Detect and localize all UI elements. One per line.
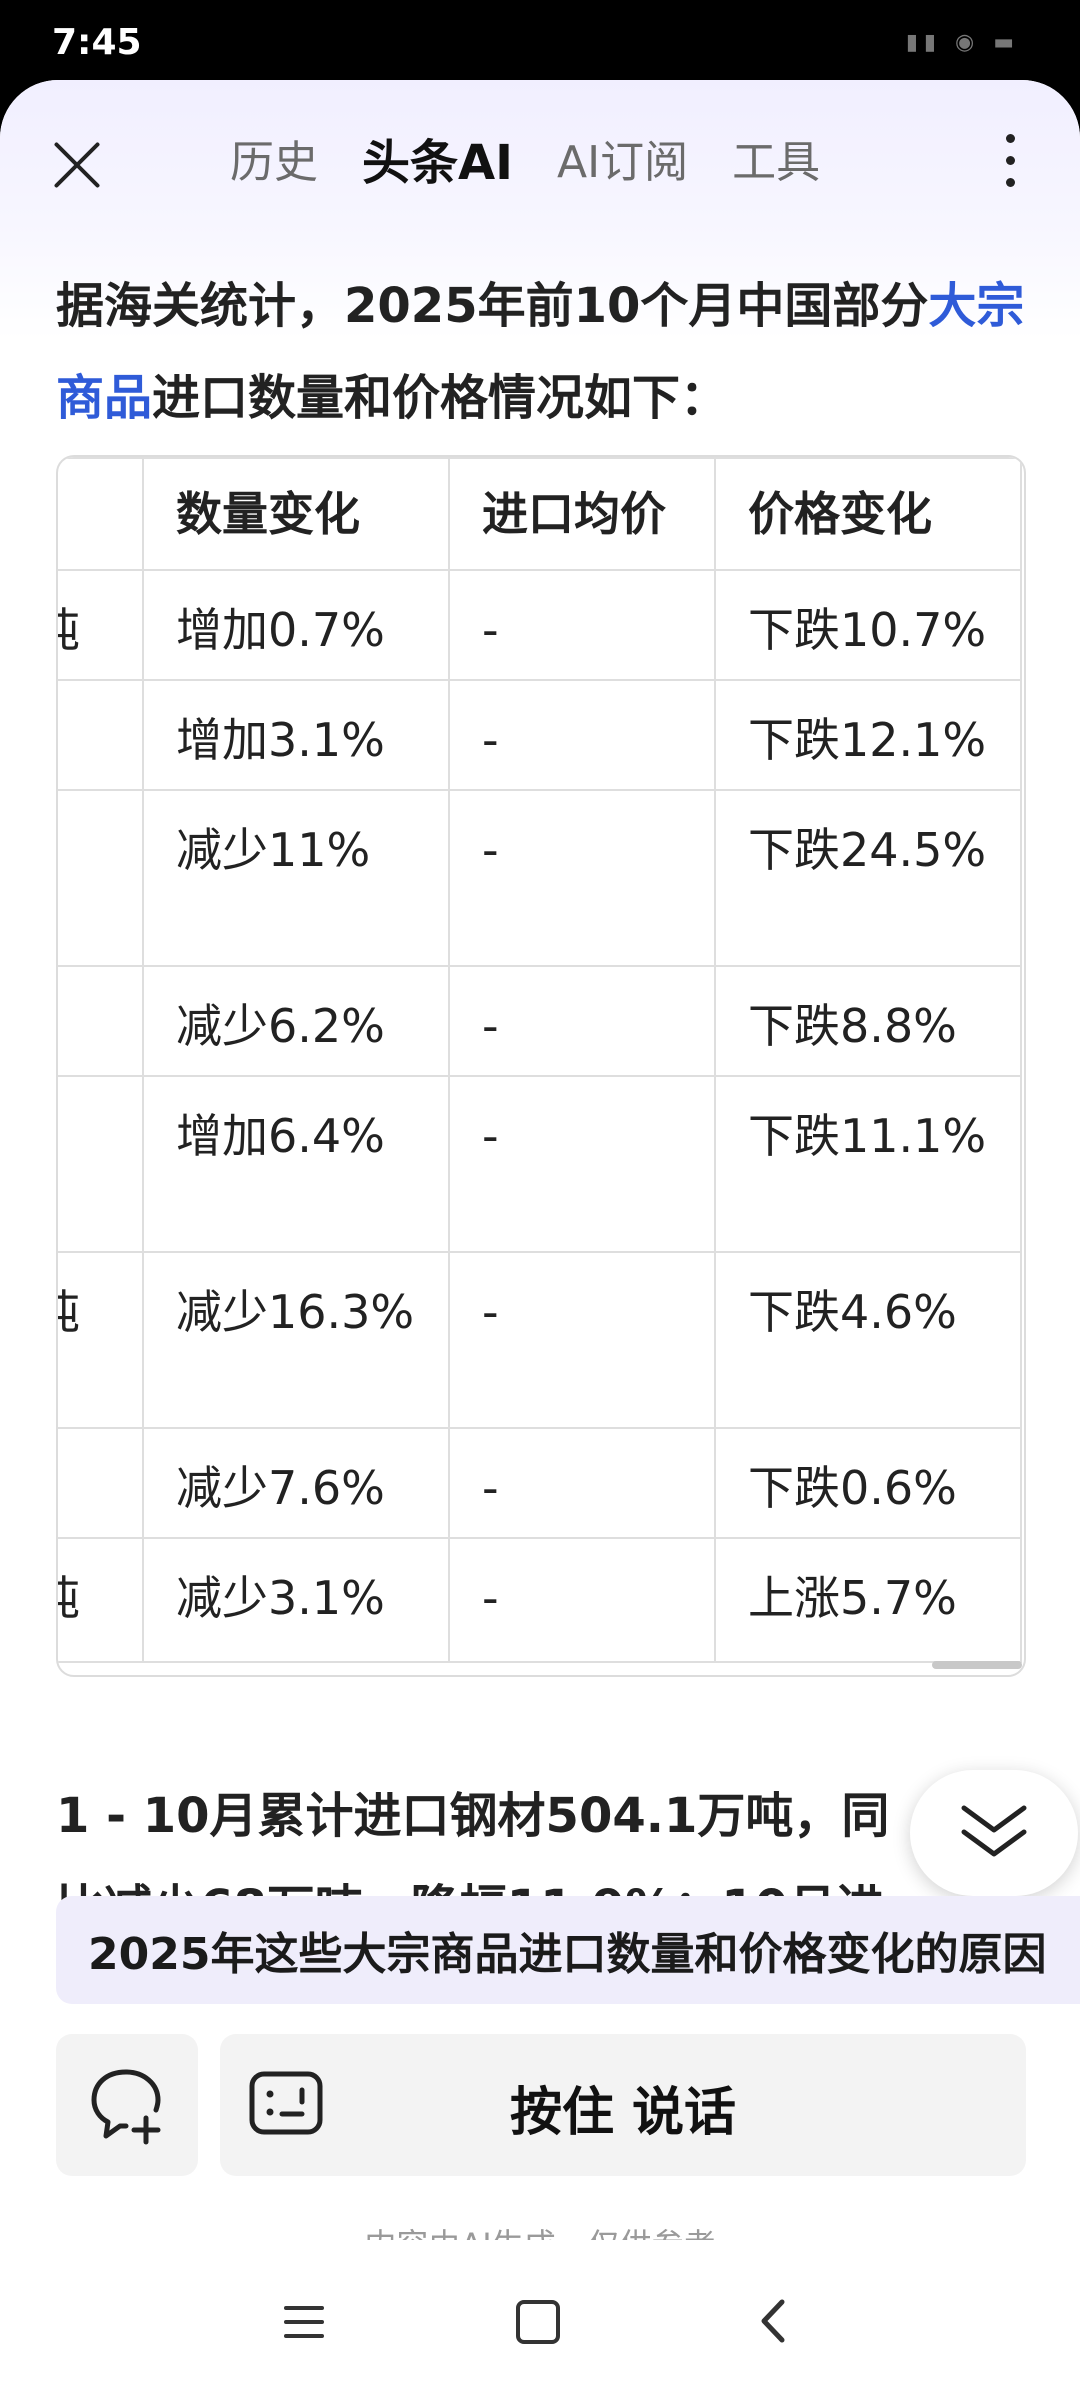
suggested-question-text: 2025年这些大宗商品进口数量和价格变化的原因 [88, 1929, 1047, 1980]
table-cell: - [448, 1075, 716, 1253]
status-icons: ▮▮ ◉ ▬ [905, 30, 1020, 55]
system-nav-bar [0, 2240, 1080, 2400]
tab-ai-subscribe[interactable]: AI订阅 [557, 128, 688, 198]
table-cell: 减少3.1% [142, 1537, 450, 1663]
close-icon[interactable] [50, 138, 104, 192]
table-cell: 减少16.3% [142, 1251, 450, 1429]
table-cell: - [448, 1251, 716, 1429]
answer-intro: 据海关统计，2025年前10个月中国部分大宗商品进口数量和价格情况如下： [56, 260, 1026, 444]
table-cell: 减少11% [142, 789, 450, 967]
more-icon[interactable] [1000, 134, 1020, 196]
suggested-question[interactable]: 2025年这些大宗商品进口数量和价格变化的原因 [56, 1896, 1080, 2004]
table-row: 减少6.2% - 下跌8.8% [58, 965, 1022, 1077]
scroll-down-button[interactable] [910, 1770, 1078, 1896]
new-chat-icon [91, 2069, 161, 2145]
tab-history[interactable]: 历史 [230, 128, 318, 198]
table-cell: 吨 [58, 1251, 144, 1429]
table-row: 减少11% - 下跌24.5% [58, 789, 1022, 967]
table-cell: - [448, 789, 716, 967]
table-cell: 增加0.7% [142, 569, 450, 681]
table-cell: 吨 [58, 1537, 144, 1663]
tab-bar: 历史 头条AI AI订阅 工具 [230, 128, 864, 198]
double-chevron-down-icon [961, 1805, 1027, 1857]
column-header: 进口均价 [448, 457, 716, 571]
table-cell: 减少7.6% [142, 1427, 450, 1539]
column-header [58, 457, 144, 571]
table-cell [58, 965, 144, 1077]
intro-text: 据海关统计，2025年前10个月中国部分 [56, 278, 929, 334]
column-header: 数量变化 [142, 457, 450, 571]
table-cell [58, 1427, 144, 1539]
commodity-table[interactable]: 数量变化进口均价价格变化吨增加0.7%-下跌10.7%增加3.1%-下跌12.1… [56, 455, 1026, 1677]
table-cell: 下跌12.1% [714, 679, 1022, 791]
clipped-cell-text: 吨 [58, 1565, 80, 1631]
table-header-row: 数量变化 进口均价 价格变化 [58, 457, 1022, 571]
hold-to-talk-label: 按住 说话 [509, 2083, 737, 2143]
status-bar: 7:45 ▮▮ ◉ ▬ [0, 0, 1080, 80]
table-cell: 增加3.1% [142, 679, 450, 791]
table-cell: - [448, 1537, 716, 1663]
table-row: 增加3.1% - 下跌12.1% [58, 679, 1022, 791]
clipped-cell-text: 吨 [58, 1279, 80, 1345]
ai-sheet: 历史 头条AI AI订阅 工具 据海关统计，2025年前10个月中国部分大宗商品… [0, 80, 1080, 2400]
table-row: 减少7.6% - 下跌0.6% [58, 1427, 1022, 1539]
hold-to-talk-button[interactable]: 按住 说话 [220, 2034, 1026, 2176]
table-cell [58, 789, 144, 967]
table-cell [58, 679, 144, 791]
clipped-cell-text: 吨 [58, 597, 80, 663]
table-cell: 下跌8.8% [714, 965, 1022, 1077]
home-icon[interactable] [516, 2300, 560, 2344]
table-cell: 下跌4.6% [714, 1251, 1022, 1429]
table-cell: - [448, 965, 716, 1077]
table-cell: 上涨5.7% [714, 1537, 1022, 1663]
table-cell [58, 1075, 144, 1253]
table-cell: - [448, 679, 716, 791]
table-cell: 下跌0.6% [714, 1427, 1022, 1539]
table-cell: 吨 [58, 569, 144, 681]
intro-text-end: 进口数量和价格情况如下： [152, 370, 729, 426]
table-row: 增加6.4% - 下跌11.1% [58, 1075, 1022, 1253]
table-cell: 减少6.2% [142, 965, 450, 1077]
table-cell: 下跌11.1% [714, 1075, 1022, 1253]
new-chat-button[interactable] [56, 2034, 198, 2176]
status-time: 7:45 [52, 22, 142, 63]
table-cell: 增加6.4% [142, 1075, 450, 1253]
table-cell: - [448, 569, 716, 681]
column-header: 价格变化 [714, 457, 1022, 571]
table-cell: - [448, 1427, 716, 1539]
table-cell: 下跌24.5% [714, 789, 1022, 967]
tab-toutiao-ai[interactable]: 头条AI [362, 128, 513, 198]
tab-tools[interactable]: 工具 [732, 128, 820, 198]
back-icon[interactable] [758, 2298, 788, 2344]
table-row: 吨减少16.3%-下跌4.6% [58, 1251, 1022, 1429]
table-row: 吨增加0.7%-下跌10.7% [58, 569, 1022, 681]
horizontal-scrollbar[interactable] [932, 1661, 1022, 1669]
recent-apps-icon[interactable] [284, 2306, 324, 2348]
table-row: 吨减少3.1%-上涨5.7% [58, 1537, 1022, 1663]
table-cell: 下跌10.7% [714, 569, 1022, 681]
